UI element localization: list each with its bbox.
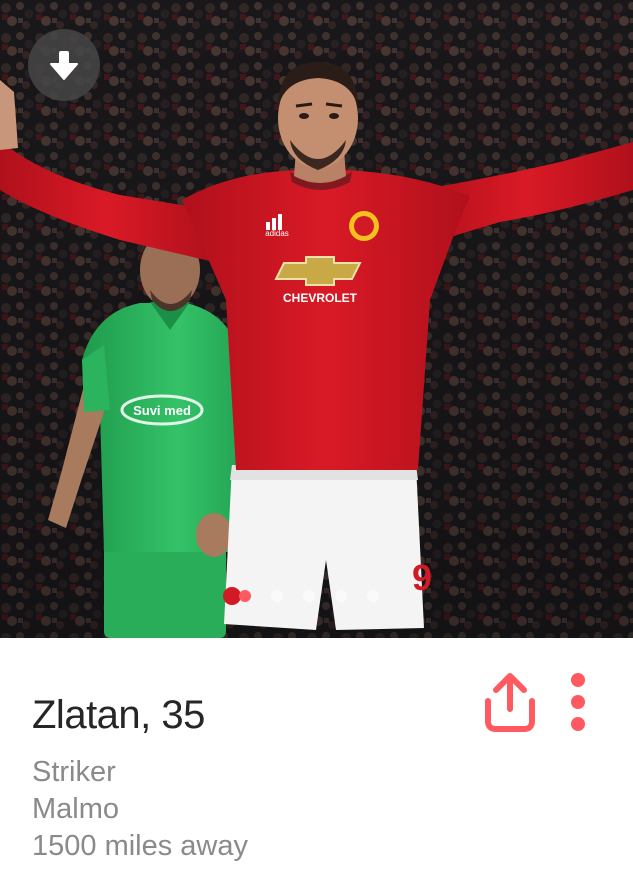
opponent-sponsor-text: Suvi med [133, 403, 191, 418]
share-button[interactable] [478, 671, 542, 735]
profile-distance: 1500 miles away [32, 830, 248, 862]
photo-image: Suvi med 9 adidas CHEVROLET [0, 0, 633, 638]
profile-name-age: Zlatan, 35 [32, 693, 205, 737]
profile-job: Striker [32, 756, 116, 788]
pager-dot-5[interactable] [367, 590, 379, 602]
profile-screen: Suvi med 9 adidas CHEVROLET Zlatan, 35 S… [0, 0, 633, 883]
photo-pager [239, 588, 379, 604]
arrow-down-icon [50, 51, 78, 80]
pager-dot-1[interactable] [239, 590, 251, 602]
shirt-sponsor-text: CHEVROLET [283, 291, 358, 305]
pager-dot-3[interactable] [303, 590, 315, 602]
more-vertical-icon [571, 673, 585, 731]
profile-photo[interactable]: Suvi med 9 adidas CHEVROLET [0, 0, 633, 638]
pager-dot-4[interactable] [335, 590, 347, 602]
kit-brand-text: adidas [265, 229, 289, 238]
profile-school: Malmo [32, 793, 120, 825]
pager-dot-2[interactable] [271, 590, 283, 602]
more-button[interactable] [562, 671, 594, 735]
collapse-button[interactable] [28, 29, 100, 101]
share-icon [485, 673, 535, 732]
shorts-number: 9 [412, 557, 432, 598]
profile-info: Zlatan, 35 Striker Malmo 1500 miles away [0, 638, 633, 883]
